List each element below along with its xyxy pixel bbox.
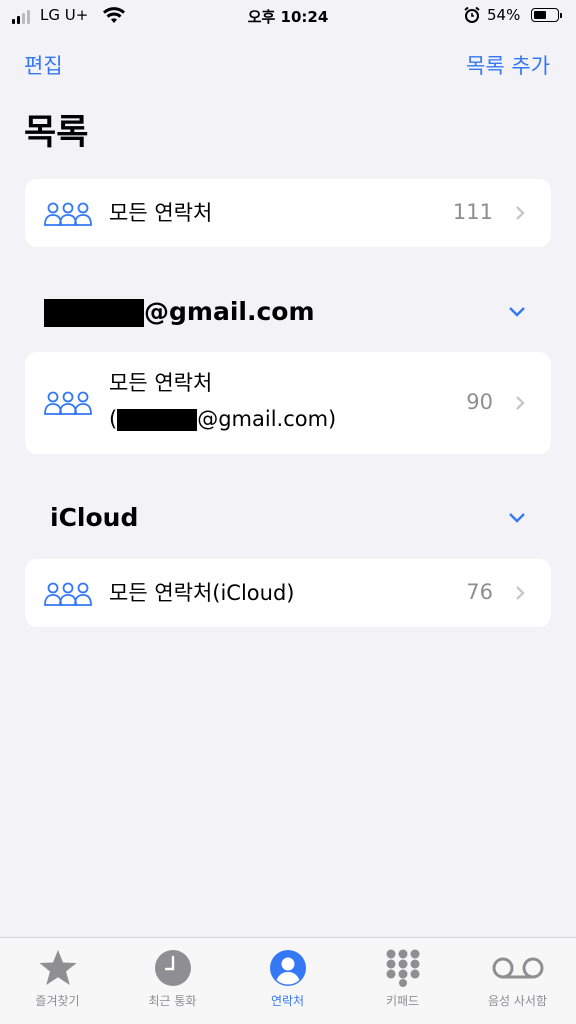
icloud-contacts-row[interactable]: 모든 연락처(iCloud) 76: [25, 559, 551, 627]
redacted-text: [117, 409, 198, 431]
paren-open: (: [109, 407, 118, 431]
clock-icon: [154, 950, 191, 986]
tab-voicemail[interactable]: 음성 사서함: [460, 946, 575, 1009]
star-icon: [39, 950, 76, 985]
chevron-right-icon: [516, 206, 525, 220]
status-bar: LG U+ 오후 10:24 54%: [0, 0, 576, 32]
battery-icon: [531, 8, 562, 22]
row-label: 모든 연락처: [109, 201, 213, 225]
keypad-icon: [386, 949, 419, 987]
voicemail-icon: [492, 957, 543, 979]
row-count: 111: [452, 200, 493, 224]
chevron-right-icon: [516, 396, 525, 410]
tab-favorites[interactable]: 즐겨찾기: [0, 946, 115, 1009]
section-header-label: @gmail.com: [144, 297, 315, 326]
all-contacts-row[interactable]: 모든 연락처 111: [25, 179, 551, 247]
edit-button[interactable]: 편집: [24, 50, 63, 80]
tab-label: 음성 사서함: [487, 994, 547, 1008]
row-count: 90: [466, 390, 493, 414]
group-icon: [44, 391, 92, 415]
battery-percent: 54%: [487, 6, 521, 24]
gmail-section-header: @gmail.com: [44, 297, 315, 327]
chevron-right-icon: [516, 586, 525, 600]
tab-label: 즐겨찾기: [35, 994, 80, 1008]
tab-label: 최근 통화: [148, 994, 197, 1008]
tab-label: 키패드: [385, 994, 420, 1008]
redacted-text: [44, 299, 144, 327]
row-count: 76: [466, 580, 493, 604]
tab-bar: 즐겨찾기 최근 통화 연락처 키패드 음성 사서함: [0, 937, 576, 1024]
row-label-line1: 모든 연락처: [109, 371, 213, 395]
gmail-contacts-row[interactable]: 모든 연락처 ( @gmail.com) 90: [25, 352, 551, 454]
email-suffix: @gmail.com): [197, 407, 337, 431]
tab-label: 연락처: [270, 994, 305, 1008]
group-icon: [44, 582, 92, 606]
row-label: 모든 연락처(iCloud): [109, 581, 295, 605]
alarm-icon: [464, 6, 480, 23]
tab-recents[interactable]: 최근 통화: [115, 946, 230, 1009]
chevron-down-icon[interactable]: [508, 512, 526, 524]
page-title: 목록: [24, 113, 89, 153]
tab-keypad[interactable]: 키패드: [345, 946, 460, 1009]
row-label-line2: ( @gmail.com): [109, 402, 336, 436]
group-icon: [44, 202, 92, 226]
chevron-down-icon[interactable]: [508, 306, 526, 318]
tab-contacts[interactable]: 연락처: [230, 946, 345, 1009]
add-list-button[interactable]: 목록 추가: [466, 50, 550, 80]
icloud-section-header: iCloud: [50, 503, 139, 532]
person-circle-icon: [269, 950, 306, 986]
